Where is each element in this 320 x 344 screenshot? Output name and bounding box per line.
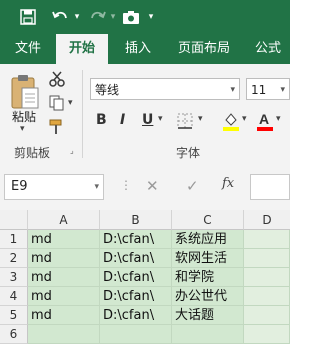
- ribbon-home: 粘贴 ▾ ▾ 剪贴板 ⌟ 等线 ▾ 11 ▾ B I U ▾ ▾ ▾ A ▾ 字…: [0, 64, 290, 165]
- font-color-dropdown-icon[interactable]: ▾: [276, 114, 281, 124]
- chevron-down-icon: ▾: [280, 85, 285, 95]
- underline-button[interactable]: U: [142, 112, 153, 128]
- cell-c2[interactable]: 软网生活: [172, 249, 244, 268]
- italic-button[interactable]: I: [120, 112, 125, 128]
- row-header[interactable]: 6: [0, 325, 28, 344]
- formula-input[interactable]: [250, 174, 290, 200]
- paste-dropdown-icon[interactable]: ▾: [20, 124, 25, 134]
- group-separator: [82, 70, 83, 158]
- bold-button[interactable]: B: [96, 112, 107, 128]
- worksheet-grid: A B C D 1 2 3 4 5 6 md D:\cfan\ 系统应用 md …: [0, 210, 290, 344]
- cell-b4[interactable]: D:\cfan\: [100, 287, 172, 306]
- chevron-down-icon: ▾: [230, 85, 235, 95]
- column-header-a[interactable]: A: [28, 210, 100, 230]
- cell-c1[interactable]: 系统应用: [172, 230, 244, 249]
- paste-icon[interactable]: [8, 72, 42, 112]
- quick-access-toolbar: ▾ ▾ ▾: [0, 0, 290, 34]
- camera-icon[interactable]: [120, 5, 142, 29]
- paste-button[interactable]: 粘贴: [12, 108, 36, 125]
- redo-icon[interactable]: [86, 5, 110, 29]
- cell-a2[interactable]: md: [28, 249, 100, 268]
- customize-qat-icon[interactable]: ▾: [146, 5, 156, 29]
- format-painter-icon[interactable]: [48, 118, 66, 136]
- cell-c4[interactable]: 办公世代: [172, 287, 244, 306]
- column-header-b[interactable]: B: [100, 210, 172, 230]
- cell-d3[interactable]: [244, 268, 290, 287]
- cell-c6[interactable]: [172, 325, 244, 344]
- font-size-value: 11: [251, 83, 267, 97]
- font-color-icon[interactable]: A: [256, 110, 274, 132]
- cell-a1[interactable]: md: [28, 230, 100, 249]
- font-name-value: 等线: [95, 83, 120, 97]
- column-header-d[interactable]: D: [244, 210, 290, 230]
- fill-color-dropdown-icon[interactable]: ▾: [242, 114, 247, 124]
- cell-d2[interactable]: [244, 249, 290, 268]
- cell-d5[interactable]: [244, 306, 290, 325]
- undo-dropdown-icon[interactable]: ▾: [72, 5, 82, 29]
- enter-icon[interactable]: ✓: [186, 177, 199, 195]
- copy-icon[interactable]: [48, 94, 66, 112]
- row-header[interactable]: 2: [0, 249, 28, 268]
- fill-color-icon[interactable]: [222, 110, 240, 132]
- formula-bar: E9 ▾ ⋮ ✕ ✓ fx: [0, 164, 290, 210]
- undo-icon[interactable]: [48, 5, 72, 29]
- cell-b2[interactable]: D:\cfan\: [100, 249, 172, 268]
- cell-d6[interactable]: [244, 325, 290, 344]
- svg-text:A: A: [259, 111, 269, 127]
- clipboard-launcher-icon[interactable]: ⌟: [70, 146, 74, 155]
- more-icon: ⋮: [120, 178, 132, 192]
- cell-c3[interactable]: 和学院: [172, 268, 244, 287]
- cut-icon[interactable]: [48, 70, 66, 88]
- cell-b5[interactable]: D:\cfan\: [100, 306, 172, 325]
- cell-a3[interactable]: md: [28, 268, 100, 287]
- font-name-select[interactable]: 等线 ▾: [90, 78, 240, 100]
- redo-dropdown-icon[interactable]: ▾: [108, 5, 118, 29]
- cell-d4[interactable]: [244, 287, 290, 306]
- row-header[interactable]: 1: [0, 230, 28, 249]
- name-box-value: E9: [11, 179, 28, 194]
- tab-file[interactable]: 文件: [4, 34, 52, 64]
- column-header-c[interactable]: C: [172, 210, 244, 230]
- underline-dropdown-icon[interactable]: ▾: [158, 114, 163, 124]
- copy-dropdown-icon[interactable]: ▾: [68, 98, 73, 108]
- tab-formulas[interactable]: 公式: [246, 34, 290, 64]
- borders-icon[interactable]: [176, 112, 194, 130]
- cell-b3[interactable]: D:\cfan\: [100, 268, 172, 287]
- row-header[interactable]: 4: [0, 287, 28, 306]
- ribbon-tabs: 文件 开始 插入 页面布局 公式: [0, 34, 290, 64]
- cell-d1[interactable]: [244, 230, 290, 249]
- cell-a5[interactable]: md: [28, 306, 100, 325]
- cell-c5[interactable]: 大话题: [172, 306, 244, 325]
- cell-b1[interactable]: D:\cfan\: [100, 230, 172, 249]
- select-all-corner[interactable]: [0, 210, 28, 230]
- font-group-label: 字体: [176, 146, 201, 160]
- insert-function-button[interactable]: fx: [222, 176, 234, 191]
- cell-a6[interactable]: [28, 325, 100, 344]
- row-header[interactable]: 5: [0, 306, 28, 325]
- tab-home[interactable]: 开始: [56, 34, 108, 64]
- tab-page-layout[interactable]: 页面布局: [168, 34, 240, 64]
- cancel-icon[interactable]: ✕: [146, 177, 159, 195]
- save-icon[interactable]: [16, 5, 40, 29]
- row-header[interactable]: 3: [0, 268, 28, 287]
- borders-dropdown-icon[interactable]: ▾: [198, 114, 203, 124]
- name-box[interactable]: E9 ▾: [4, 174, 104, 200]
- chevron-down-icon: ▾: [94, 182, 99, 192]
- cell-a4[interactable]: md: [28, 287, 100, 306]
- cell-b6[interactable]: [100, 325, 172, 344]
- font-size-select[interactable]: 11 ▾: [246, 78, 290, 100]
- tab-insert[interactable]: 插入: [112, 34, 164, 64]
- clipboard-group-label: 剪贴板: [14, 146, 51, 160]
